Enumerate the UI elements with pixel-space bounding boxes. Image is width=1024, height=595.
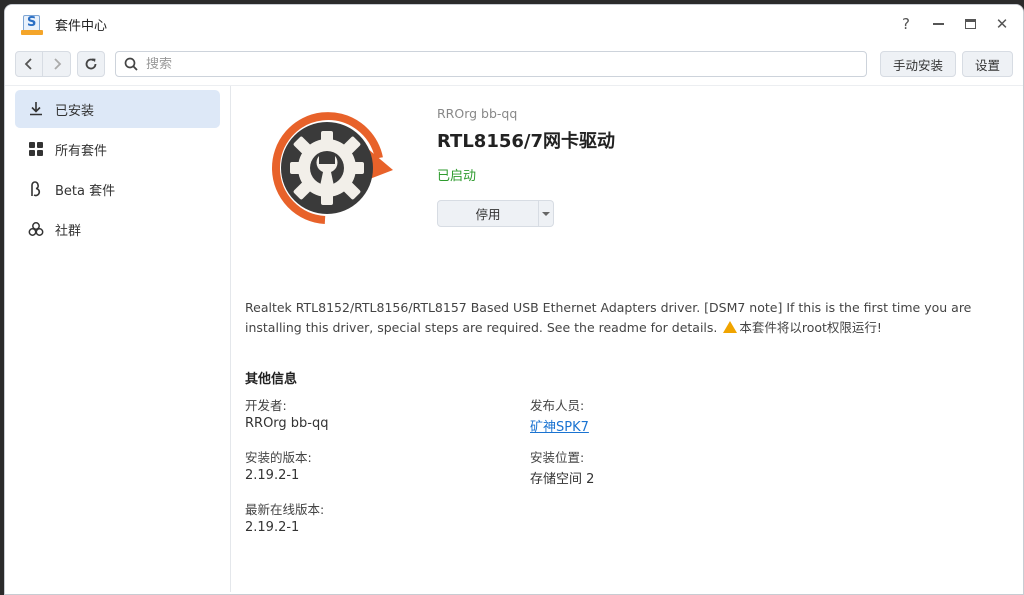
chevron-right-icon (53, 58, 61, 70)
minimize-icon[interactable] (927, 13, 949, 35)
sidebar-item-installed[interactable]: 已安装 (15, 90, 220, 128)
package-center-app-icon: S (21, 13, 43, 35)
search-box[interactable] (115, 51, 867, 77)
publisher-link[interactable]: 矿神SPK7 (530, 416, 830, 435)
close-icon[interactable]: ✕ (991, 13, 1013, 35)
search-icon (124, 57, 138, 71)
manual-install-button[interactable]: 手动安装 (879, 51, 956, 77)
settings-button[interactable]: 设置 (961, 51, 1013, 77)
other-info-heading: 其他信息 (245, 372, 298, 387)
back-button[interactable] (15, 51, 43, 77)
other-info-grid: 开发者: RROrg bb-qq 发布人员: 矿神SPK7 安装的版本: 2.1… (245, 395, 1009, 535)
sidebar-item-label: 所有套件 (55, 143, 108, 159)
sidebar-item-label: 已安装 (55, 103, 95, 119)
sidebar-item-label: Beta 套件 (55, 183, 116, 199)
warning-icon (723, 321, 738, 333)
sidebar-item-label: 社群 (55, 223, 82, 239)
package-detail: RROrg bb-qq RTL8156/7网卡驱动 已启动 停用 Realtek… (231, 86, 1023, 592)
package-description: Realtek RTL8152/RTL8156/RTL8157 Based US… (245, 298, 985, 338)
refresh-button[interactable] (77, 51, 105, 77)
sidebar-item-community[interactable]: 社群 (15, 210, 220, 248)
install-location-label: 安装位置: (530, 450, 585, 465)
package-publisher: RROrg bb-qq (437, 106, 518, 121)
community-icon (27, 221, 45, 237)
beta-icon (27, 181, 45, 197)
caret-down-icon (542, 211, 550, 216)
action-dropdown-button[interactable] (539, 200, 554, 227)
package-logo-gear-icon (263, 108, 399, 232)
sidebar-item-beta[interactable]: Beta 套件 (15, 170, 220, 208)
search-input[interactable] (146, 56, 846, 72)
title-bar: S 套件中心 ? ✕ (5, 5, 1023, 43)
maximize-icon[interactable] (959, 13, 981, 35)
window-title: 套件中心 (55, 18, 108, 34)
developer-label: 开发者: (245, 398, 287, 413)
package-center-window: S 套件中心 ? ✕ 手动安装 设置 (4, 4, 1024, 595)
install-location-value: 存储空间 2 (530, 472, 595, 487)
stop-button[interactable]: 停用 (437, 200, 539, 227)
refresh-icon (85, 58, 97, 70)
action-split-button: 停用 (437, 200, 615, 227)
sidebar: 已安装 所有套件 Beta 套件 社群 (5, 86, 231, 592)
publisher-label: 发布人员: (530, 398, 585, 413)
developer-value: RROrg bb-qq (245, 416, 329, 431)
package-status: 已启动 (437, 169, 477, 184)
help-icon[interactable]: ? (895, 13, 917, 35)
package-name: RTL8156/7网卡驱动 (437, 131, 615, 152)
latest-version-label: 最新在线版本: (245, 502, 325, 517)
installed-version-value: 2.19.2-1 (245, 468, 300, 483)
download-icon (27, 101, 45, 117)
toolbar: 手动安装 设置 (5, 43, 1023, 85)
grid-icon (27, 141, 45, 157)
sidebar-item-all-packages[interactable]: 所有套件 (15, 130, 220, 168)
root-warning-text: 本套件将以root权限运行! (739, 320, 882, 335)
latest-version-value: 2.19.2-1 (245, 520, 300, 535)
chevron-left-icon (24, 58, 32, 70)
forward-button[interactable] (43, 51, 71, 77)
installed-version-label: 安装的版本: (245, 450, 312, 465)
